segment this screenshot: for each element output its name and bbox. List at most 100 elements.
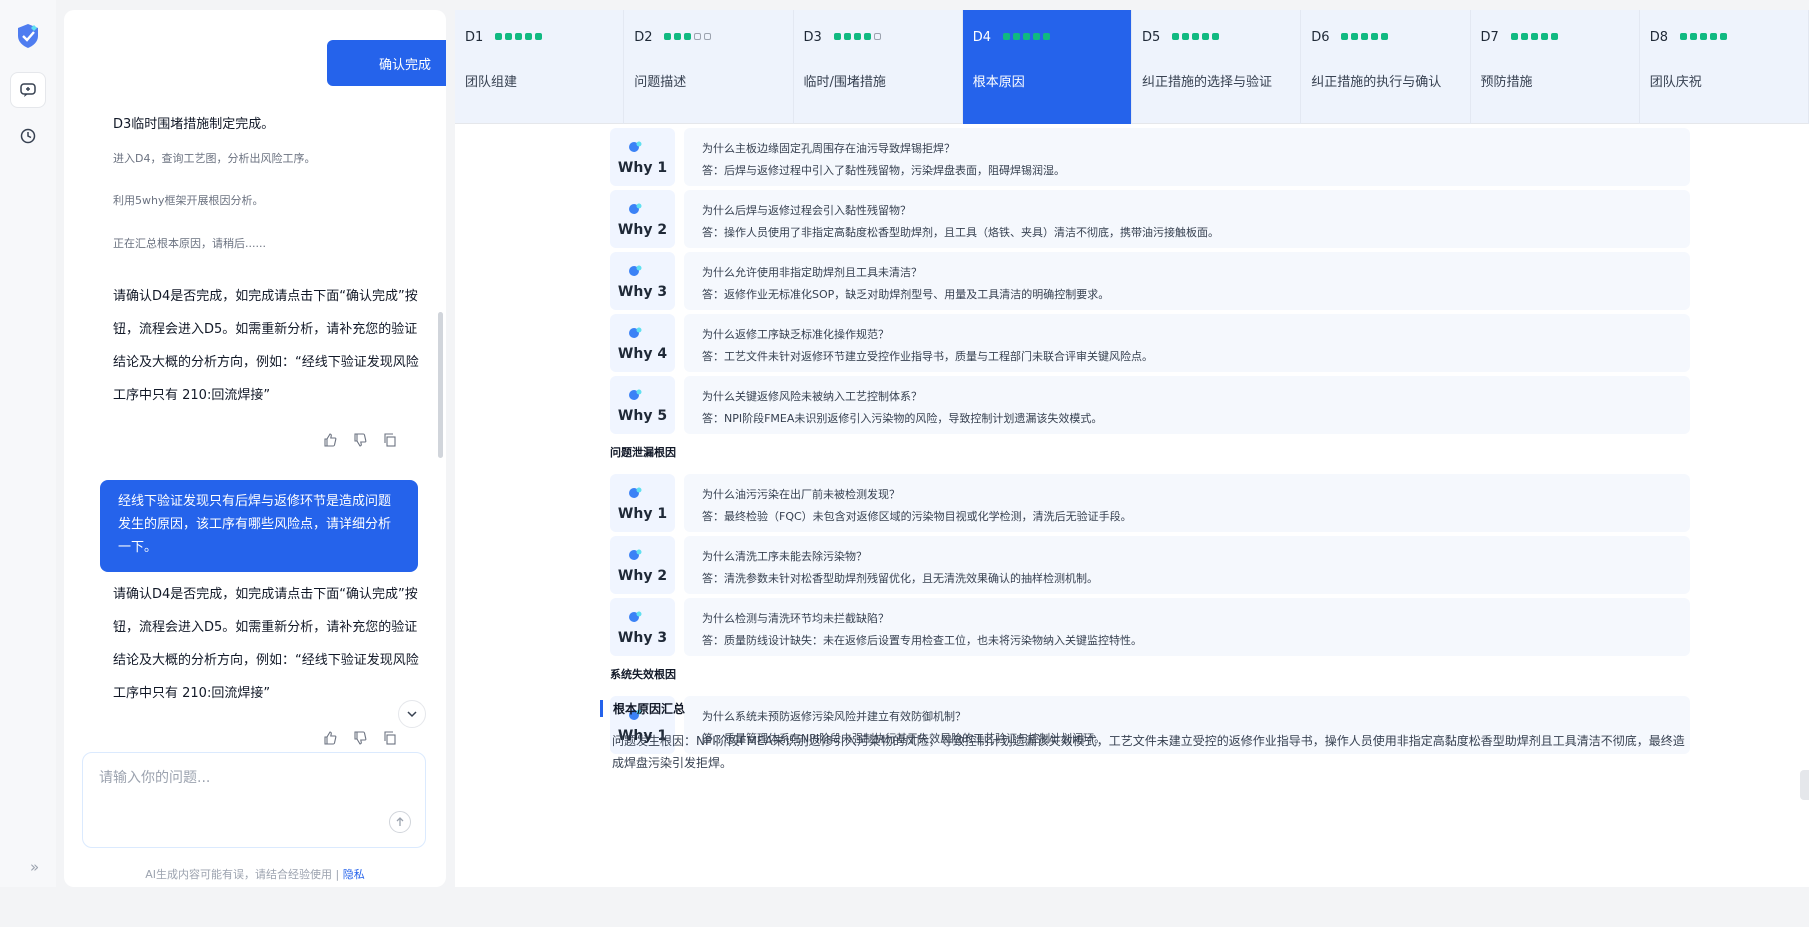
left-rail: » [0, 0, 56, 887]
8d-step-bar: D1 团队组建 D2 问题描述 D3 临时/围堵措施 D4 根本原因 D5 纠正措施的选择与验证 D… [455, 10, 1809, 124]
disclaimer-text: AI生成内容可能有误，请结合经验使用 [145, 868, 333, 881]
progress-dot [495, 33, 502, 40]
step-code: D1 [465, 30, 484, 45]
disclaimer-separator: | [335, 868, 340, 881]
progress-dot [1172, 33, 1179, 40]
new-chat-icon[interactable] [10, 72, 46, 108]
expand-sidebar-icon[interactable]: » [30, 858, 39, 876]
ai-bubble-icon [628, 546, 642, 565]
step-code: D2 [634, 30, 653, 45]
why-answer: 答：最终检验（FQC）未包含对返修区域的污染物目视或化学检测，清洗后无验证手段。 [702, 510, 1132, 523]
privacy-link[interactable]: 隐私 [343, 868, 365, 881]
why-answer: 答：工艺文件未针对返修环节建立受控作业指导书，质量与工程部门未联合评审关键风险点… [702, 350, 1153, 363]
why-question: 为什么系统未预防返修污染风险并建立有效防御机制？ [702, 710, 966, 723]
confirm-complete-button[interactable]: 确认完成 [327, 40, 446, 86]
why-badge: Why 4 [610, 314, 675, 372]
progress-dot [1679, 33, 1687, 40]
ai-bubble-icon [628, 200, 642, 219]
progress-dot [1032, 33, 1040, 40]
why-body: 为什么主板边缘固定孔周围存在油污导致焊锡拒焊？ 答：后焊与返修过程中引入了黏性残留… [684, 128, 1690, 186]
why-card: Why 2 为什么后焊与返修过程会引入黏性残留物？ 答：操作人员使用了非指定高黏度松… [610, 190, 1690, 248]
progress-dot [1182, 33, 1189, 40]
step-rating [833, 33, 881, 40]
scroll-down-icon[interactable] [398, 700, 426, 728]
step-rating [664, 33, 712, 40]
right-edge-handle[interactable] [1800, 770, 1809, 800]
progress-dot [1540, 33, 1548, 40]
progress-dot [1361, 33, 1369, 40]
why-question: 为什么主板边缘固定孔周围存在油污导致焊锡拒焊？ [702, 142, 955, 155]
step-tab-d5[interactable]: D5 纠正措施的选择与验证 [1132, 10, 1302, 124]
main-content: D1 团队组建 D2 问题描述 D3 临时/围堵措施 D4 根本原因 D5 纠正措施的选择与验证 D… [455, 10, 1809, 887]
step-tab-d6[interactable]: D6 纠正措施的执行与确认 [1301, 10, 1471, 124]
history-icon[interactable] [10, 118, 46, 154]
user-message-bubble: 经线下验证发现只有后焊与返修环节是造成问题发生的原因，该工序有哪些风险点，请详细… [100, 480, 418, 572]
why-answer: 答：后焊与返修过程中引入了黏性残留物，污染焊盘表面，阻碍焊锡润湿。 [702, 164, 1065, 177]
ai-bubble-icon [628, 484, 642, 503]
thumbs-down-icon[interactable] [352, 432, 368, 448]
progress-dot [704, 33, 712, 40]
why-label: Why 4 [617, 346, 668, 362]
why-question: 为什么后焊与返修过程会引入黏性残留物？ [702, 204, 911, 217]
step-tab-d4[interactable]: D4 根本原因 [962, 10, 1132, 124]
step-code: D3 [803, 30, 822, 45]
why-badge: Why 5 [610, 376, 675, 434]
copy-icon[interactable] [382, 730, 398, 746]
thumbs-up-icon[interactable] [322, 730, 338, 746]
step-rating [1679, 33, 1727, 40]
why-body: 为什么清洗工序未能去除污染物？ 答：清洗参数未针对松香型助焊剂残留优化，且无清洗效… [684, 536, 1690, 594]
ai-disclaimer: AI生成内容可能有误，请结合经验使用 | 隐私 [64, 866, 446, 882]
step-name: 临时/围堵措施 [803, 75, 886, 90]
progress-dot [674, 33, 682, 40]
progress-dot [1002, 33, 1010, 40]
step-name: 问题描述 [634, 75, 687, 90]
assistant-status-message: D3临时围堵措施制定完成。 [113, 117, 275, 132]
step-rating [495, 33, 542, 40]
progress-dot [505, 33, 512, 40]
step-name: 根本原因 [972, 75, 1025, 90]
ai-bubble-icon [628, 386, 642, 405]
why-card: Why 3 为什么允许使用非指定助焊剂且工具未清洁？ 答：返修作业无标准化SOP，缺… [610, 252, 1690, 310]
progress-dot [1042, 33, 1050, 40]
step-tab-d3[interactable]: D3 临时/围堵措施 [794, 10, 963, 124]
why-badge: Why 1 [610, 474, 675, 532]
progress-dot [515, 33, 522, 40]
group-title: 问题泄漏根因 [610, 446, 676, 459]
step-tab-d2[interactable]: D2 问题描述 [624, 10, 794, 124]
why-badge: Why 2 [610, 536, 675, 594]
question-input[interactable] [99, 767, 399, 827]
why-card: Why 1 为什么主板边缘固定孔周围存在油污导致焊锡拒焊？ 答：后焊与返修过程中引入… [610, 128, 1690, 186]
progress-step: 利用5why框架开展根因分析。 [113, 194, 264, 207]
progress-dot [843, 33, 851, 40]
why-body: 为什么油污污染在出厂前未被检测发现？ 答：最终检验（FQC）未包含对返修区域的污染… [684, 474, 1690, 532]
why-question: 为什么关键返修风险未被纳入工艺控制体系？ [702, 390, 922, 403]
why-badge: Why 3 [610, 598, 675, 656]
ai-bubble-icon [628, 608, 642, 627]
thumbs-up-icon[interactable] [322, 432, 338, 448]
step-code: D6 [1311, 30, 1330, 45]
app-logo-icon[interactable] [14, 22, 42, 50]
assistant-confirm-prompt: 请确认D4是否完成，如完成请点击下面“确认完成”按钮，流程会进入D5。如需重新分… [113, 289, 419, 403]
thumbs-down-icon[interactable] [352, 730, 368, 746]
progress-dot [664, 33, 672, 40]
send-icon[interactable] [389, 811, 411, 833]
why-label: Why 5 [617, 408, 668, 424]
progress-dot [853, 33, 861, 40]
progress-dot [694, 33, 702, 40]
why-label: Why 2 [617, 222, 668, 238]
progress-dot [1371, 33, 1379, 40]
chat-panel: 确认完成 D3临时围堵措施制定完成。 进入D4，查询工艺图，分析出风险工序。 利… [64, 10, 446, 887]
why-question: 为什么返修工序缺乏标准化操作规范？ [702, 328, 889, 341]
step-tab-d8[interactable]: D8 团队庆祝 [1640, 10, 1809, 124]
message-actions [322, 730, 398, 746]
copy-icon[interactable] [382, 432, 398, 448]
progress-dot [1381, 33, 1389, 40]
why-card: Why 3 为什么检测与清洗环节均未拦截缺陷？ 答：质量防线设计缺失：未在返修后设置… [610, 598, 1690, 656]
chat-scrollbar[interactable] [438, 312, 443, 458]
step-name: 纠正措施的执行与确认 [1311, 75, 1442, 90]
why-answer: 答：清洗参数未针对松香型助焊剂残留优化，且无清洗效果确认的抽样检测机制。 [702, 572, 1098, 585]
why-card: Why 5 为什么关键返修风险未被纳入工艺控制体系？ 答：NPI阶段FMEA未识别返… [610, 376, 1690, 434]
step-rating [1172, 33, 1219, 40]
step-tab-d7[interactable]: D7 预防措施 [1471, 10, 1640, 124]
step-tab-d1[interactable]: D1 团队组建 [455, 10, 625, 124]
